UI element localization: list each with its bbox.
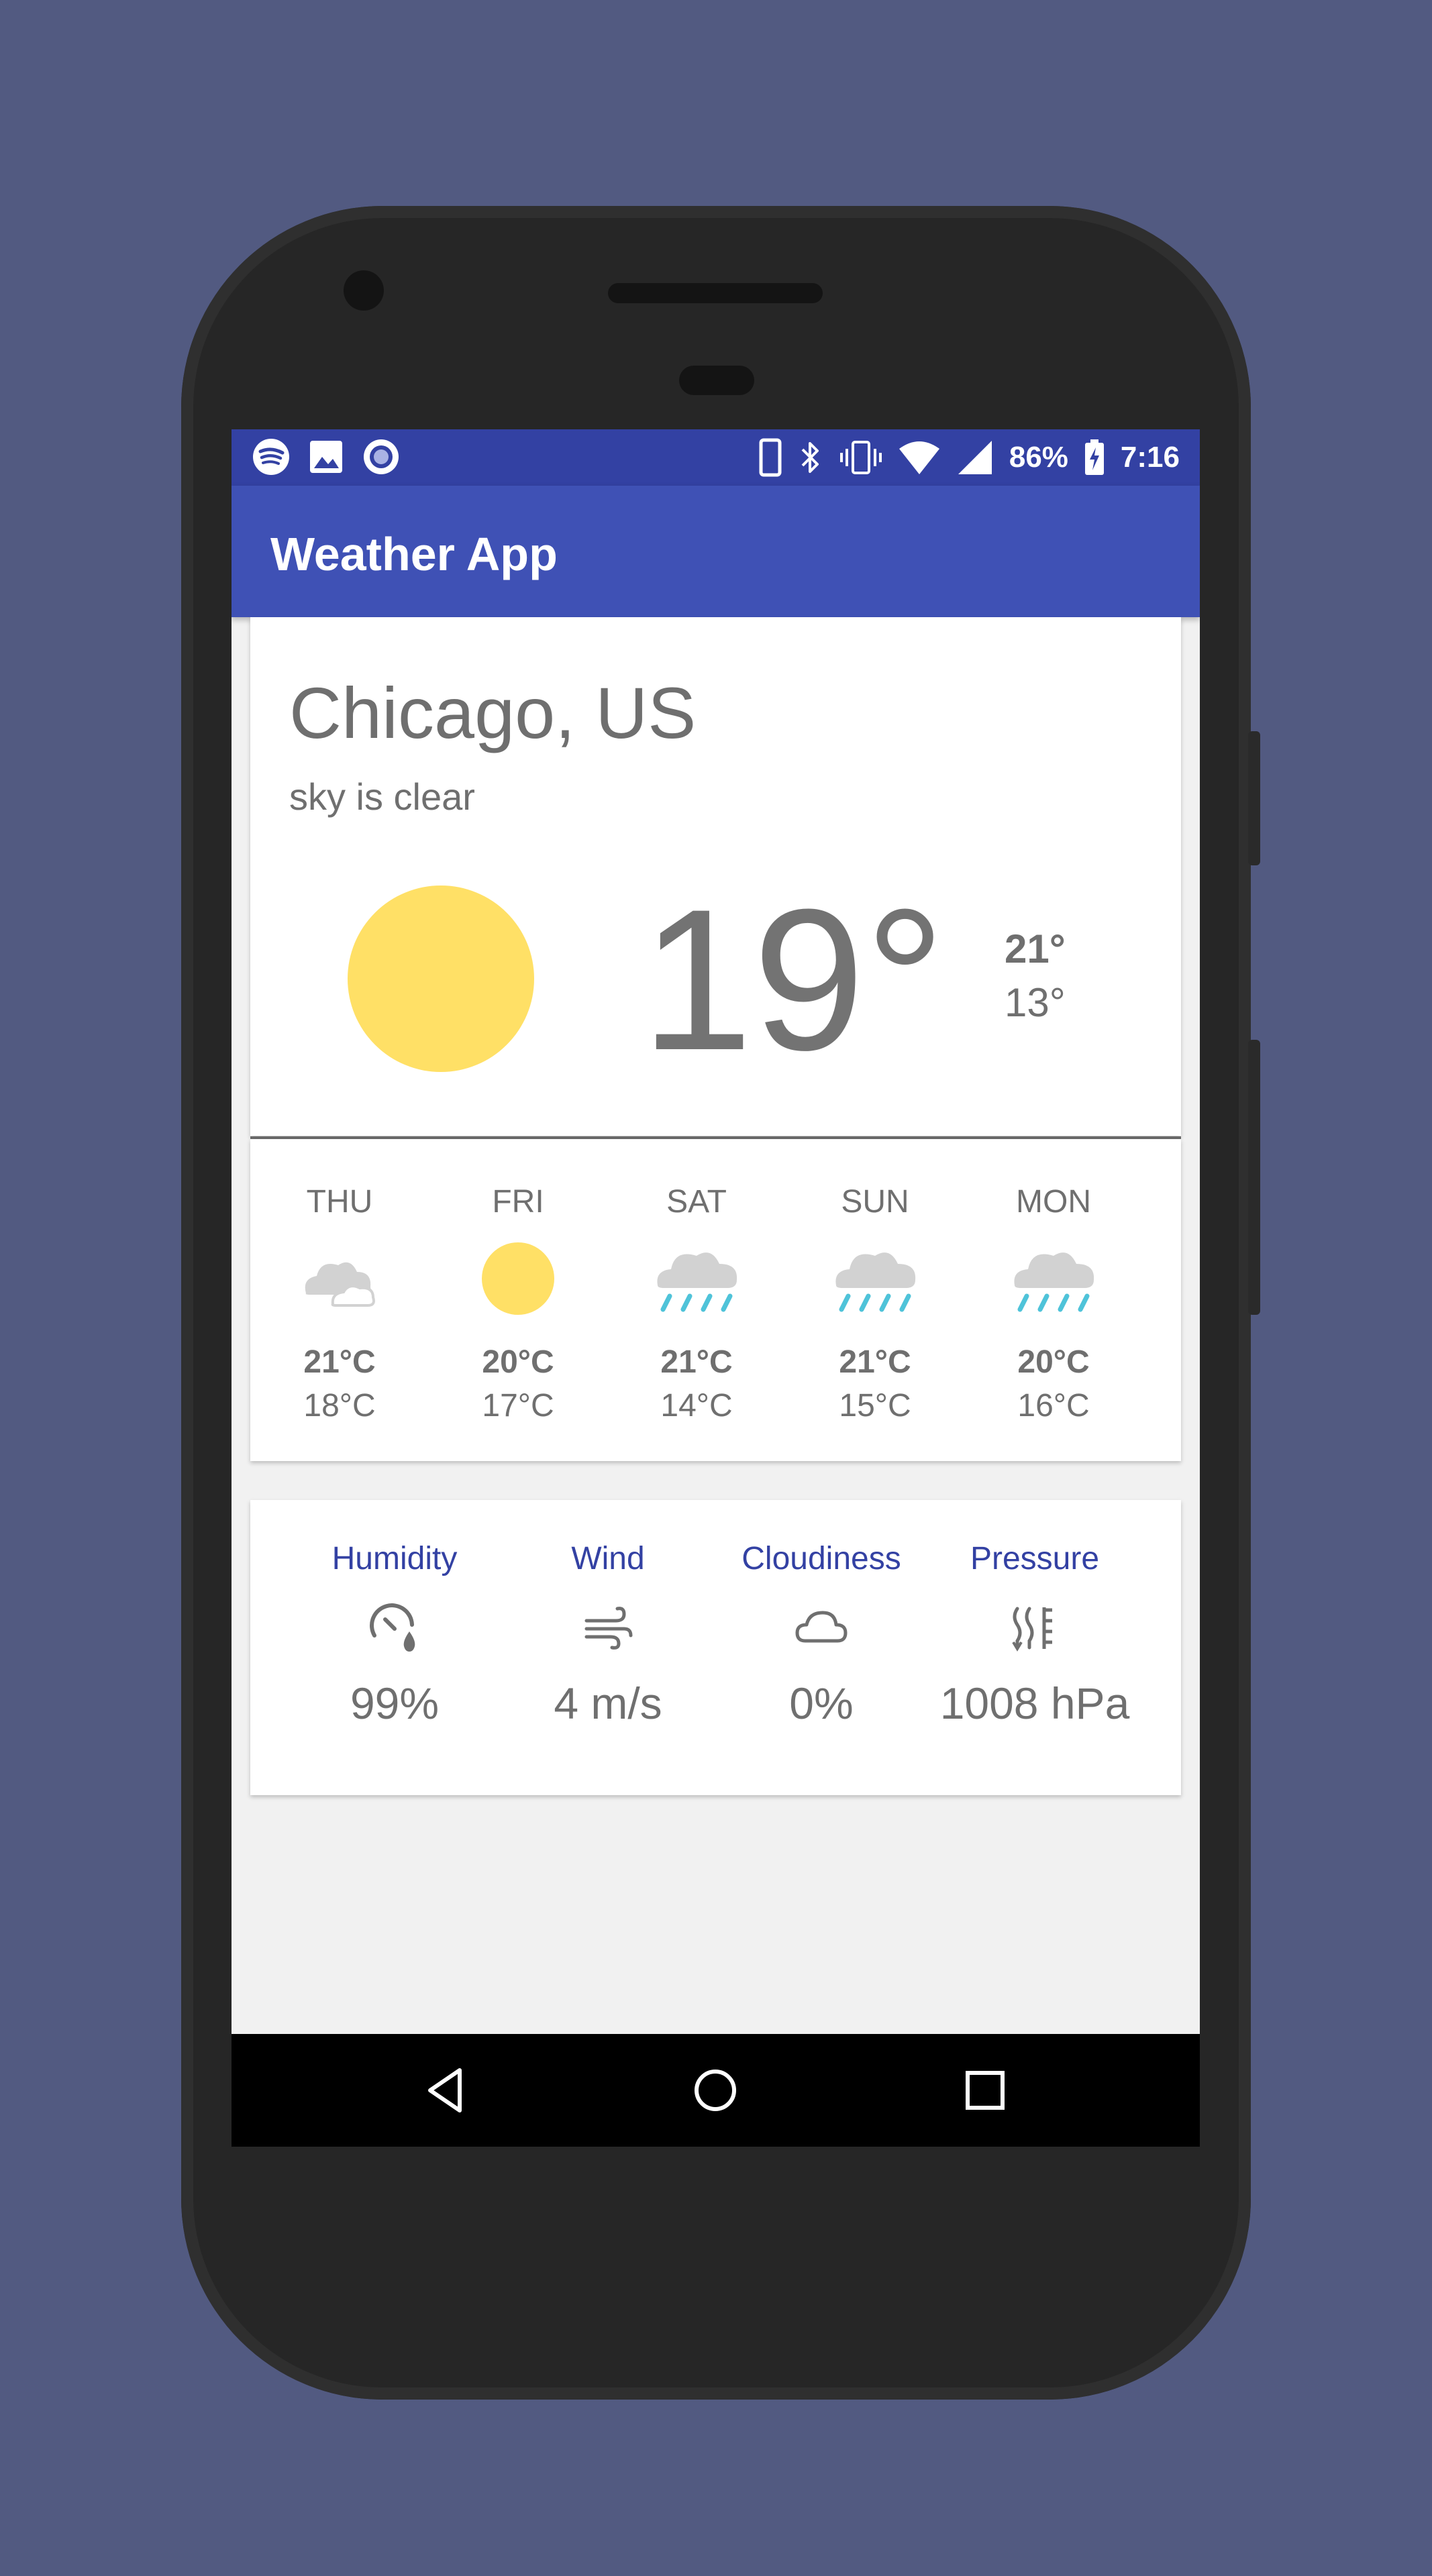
rain-icon [1014,1252,1094,1312]
temp-min: 13° [1005,980,1066,1025]
detail-value: 1008 hPa [939,1678,1130,1728]
app-bar: Weather App [232,486,1200,617]
humidity-icon [370,1603,415,1652]
day-name: THU [306,1184,373,1220]
day-max-temp: 21°C [303,1344,376,1380]
day-min-temp: 14°C [660,1388,733,1424]
current-weather-card[interactable]: Chicago, US sky is clear 19° 21° 13° [250,617,1181,1136]
bluetooth-icon [801,442,819,473]
detail-label: Humidity [331,1541,458,1576]
day-min-temp: 17°C [482,1388,554,1424]
status-bar: 86% 7:16 [232,429,1200,486]
clock: 7:16 [1120,441,1180,474]
cloud-icon [795,1611,848,1643]
sun-icon [348,885,534,1072]
detail-label: Wind [571,1541,645,1576]
day-max-temp: 21°C [660,1344,733,1380]
front-camera [344,270,384,311]
spotify-icon [253,439,289,475]
battery-percent: 86% [1009,441,1068,474]
wifi-icon [899,441,939,474]
day-min-temp: 18°C [303,1388,376,1424]
day-max-temp: 20°C [482,1344,554,1380]
image-icon [310,441,342,473]
sun-icon [482,1242,554,1315]
day-name: MON [1016,1184,1091,1220]
day-min-temp: 16°C [1017,1388,1090,1424]
rain-icon [657,1252,737,1312]
phone-icon [759,438,782,477]
screen: 86% 7:16 Weather App Chicago, US sky is … [232,429,1200,2147]
record-icon [364,439,399,474]
wind-icon [584,1607,633,1650]
cloudy-icon [305,1262,375,1307]
day-max-temp: 21°C [839,1344,911,1380]
day-name: SAT [666,1184,727,1220]
current-temperature: 19° [641,867,945,1092]
temp-max: 21° [1005,926,1066,971]
navigation-bar [232,2034,1200,2147]
battery-charging-icon [1084,439,1104,475]
forecast-card: THU 21°C 18°C FRI 20°C 17°C SAT 21°C 14°… [250,1139,1181,1461]
pressure-icon [1012,1607,1052,1652]
city-name: Chicago, US [289,672,697,753]
rain-icon [835,1252,916,1312]
power-button[interactable] [1248,1040,1260,1315]
app-title: Weather App [270,528,558,580]
home-icon[interactable] [688,2063,742,2117]
recents-icon[interactable] [958,2063,1012,2117]
signal-icon [958,441,992,474]
day-name: FRI [492,1184,544,1220]
details-card: Humidity 99% Wind 4 m/s Cloudiness 0% Pr… [250,1500,1181,1795]
weather-description: sky is clear [289,775,475,818]
detail-label: Cloudiness [741,1541,901,1576]
earpiece-speaker [608,283,823,303]
detail-value: 99% [350,1678,440,1728]
detail-value: 0% [789,1678,854,1728]
vibrate-icon [839,441,882,474]
detail-value: 4 m/s [554,1678,662,1728]
day-min-temp: 15°C [839,1388,911,1424]
day-max-temp: 20°C [1017,1344,1090,1380]
detail-label: Pressure [970,1541,1100,1576]
day-name: SUN [841,1184,909,1220]
proximity-sensor [679,366,754,395]
back-icon[interactable] [419,2063,473,2117]
volume-button[interactable] [1248,731,1260,865]
